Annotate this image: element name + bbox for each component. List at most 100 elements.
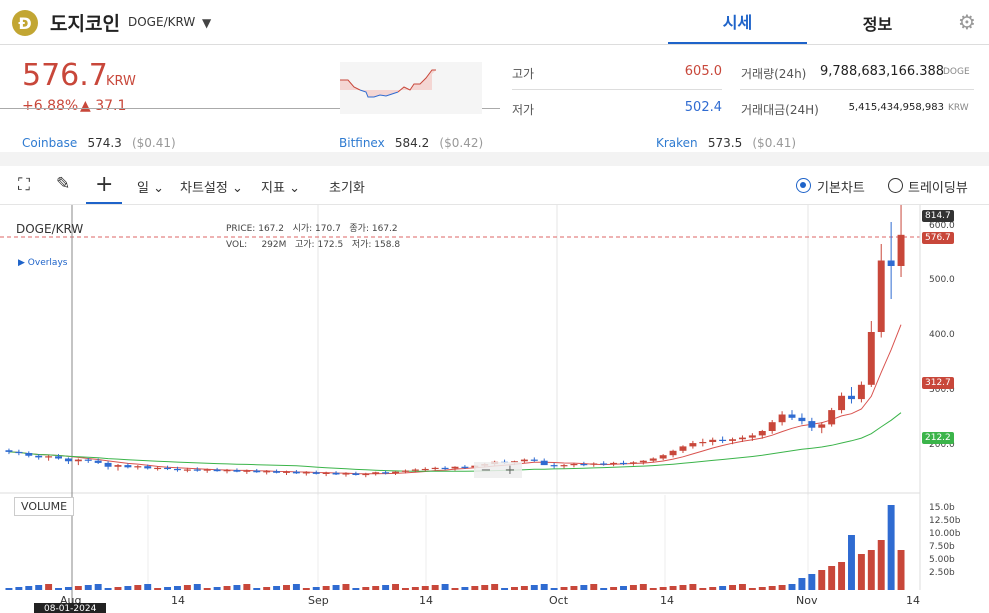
volume-bar — [342, 584, 350, 590]
candle — [164, 467, 172, 470]
price-chart[interactable] — [0, 205, 989, 613]
candle — [610, 462, 618, 465]
volume-bar — [600, 588, 608, 590]
ohlc-row-1: PRICE: 167.2 시가: 170.7 종가: 167.2 — [226, 221, 398, 234]
pencil-icon[interactable]: ✎ — [56, 174, 70, 194]
candle — [25, 453, 33, 456]
volume-value: 9,788,683,166.388 — [820, 64, 945, 79]
volume-bar — [114, 587, 122, 590]
interval-dropdown[interactable]: 일 ⌄ — [137, 177, 164, 196]
volume-bar — [501, 588, 509, 590]
candle — [372, 472, 380, 474]
candle — [778, 414, 786, 423]
volume-bar — [481, 585, 489, 590]
zoom-out-button[interactable]: − — [481, 463, 492, 478]
price-unit: KRW — [106, 74, 136, 89]
volume-bar — [372, 586, 380, 590]
zoom-in-button[interactable]: + — [505, 463, 516, 478]
gear-icon[interactable]: ⚙ — [958, 10, 976, 34]
volume-bar — [857, 554, 865, 590]
exchange-name[interactable]: Coinbase — [22, 136, 77, 150]
price-change-absolute: ▲ 37.1 — [80, 98, 126, 114]
volume-bar — [124, 586, 132, 590]
volume-bar — [104, 588, 112, 590]
candle — [332, 472, 340, 475]
volume-bar — [164, 587, 172, 590]
volume-bar — [431, 585, 439, 590]
fullscreen-icon[interactable]: ⛶ — [18, 175, 30, 195]
exchange-price: 584.2 — [394, 136, 430, 150]
exchange-name[interactable]: Kraken — [656, 136, 698, 150]
sparkline-chart — [340, 62, 482, 114]
basic-chart-radio[interactable] — [796, 178, 811, 193]
candle — [639, 460, 647, 463]
vol-tick: 5.00b — [929, 555, 955, 565]
candle — [114, 465, 122, 467]
volume-bar — [154, 588, 162, 590]
basic-chart-label[interactable]: 기본차트 — [817, 177, 865, 196]
reset-button[interactable]: 초기화 — [329, 177, 365, 196]
x-tick: Oct — [549, 594, 569, 607]
volume-bar — [897, 550, 905, 590]
doge-coin-icon: Đ — [12, 10, 38, 36]
candle — [897, 234, 905, 266]
candle — [421, 468, 429, 471]
ma-red-tag: 312.7 — [922, 377, 954, 389]
ohlc-open-label: 시가: — [292, 224, 313, 234]
overlays-toggle[interactable]: ▶ Overlays — [18, 258, 67, 268]
tradingview-radio[interactable] — [888, 178, 903, 193]
volume-label: 거래량(24h) — [741, 67, 807, 81]
candle — [560, 465, 568, 467]
volume-bar — [768, 586, 776, 590]
current-price: 576.7 — [22, 58, 108, 93]
section-gap — [0, 152, 989, 166]
tradingview-label[interactable]: 트레이딩뷰 — [908, 177, 968, 196]
candle — [124, 465, 132, 468]
exchange-price: 574.3 — [87, 136, 122, 150]
candle — [768, 422, 776, 431]
volume-bar — [867, 550, 875, 590]
volume-bar — [193, 584, 201, 590]
price-change-percent: +6.88% — [22, 98, 79, 114]
candle — [818, 424, 826, 428]
candle — [431, 467, 439, 470]
chart-settings-dropdown[interactable]: 차트설정 ⌄ — [180, 177, 243, 196]
ohlc-close-label: 종가: — [349, 224, 369, 234]
exchange-coinbase: Coinbase 574.3 ($0.41) — [22, 132, 176, 151]
volume-button[interactable]: VOLUME — [14, 497, 75, 516]
exchange-name[interactable]: Bitfinex — [339, 136, 385, 150]
volume-bar — [223, 586, 231, 590]
indicator-label: 지표 — [261, 181, 285, 196]
volume-bar — [213, 587, 221, 590]
volume-bar — [620, 586, 627, 590]
volume-bar — [411, 587, 419, 590]
x-tick: Nov — [796, 594, 818, 607]
high-label: 고가 — [512, 67, 535, 81]
volume-bar — [639, 584, 647, 590]
chevron-down-icon: ⌄ — [153, 181, 165, 196]
volume-bar — [134, 585, 142, 590]
candle — [15, 451, 23, 454]
interval-label: 일 — [137, 181, 149, 196]
candle — [104, 462, 112, 467]
tab-market[interactable]: 시세 — [668, 0, 807, 45]
cursor-date-tag: 08-01-2024 — [34, 603, 107, 613]
candle — [392, 471, 399, 474]
volume-bar — [689, 584, 697, 590]
x-tick: 14 — [906, 594, 920, 607]
candle — [600, 463, 608, 465]
coin-select-chevron-down-icon[interactable]: ▼ — [202, 16, 211, 30]
volume-bar — [233, 585, 241, 590]
crosshair-button[interactable]: + — [86, 168, 122, 204]
tab-info[interactable]: 정보 — [808, 0, 947, 45]
candle — [401, 470, 409, 472]
volume-bar — [302, 588, 310, 590]
exchange-usd: ($0.42) — [439, 136, 484, 150]
volume-bar — [748, 588, 756, 590]
volume-bar — [848, 535, 855, 590]
volume-bar — [560, 587, 568, 590]
indicator-dropdown[interactable]: 지표 ⌄ — [261, 177, 300, 196]
candle — [848, 395, 855, 400]
volume-bar — [273, 586, 281, 590]
candle — [134, 466, 142, 468]
